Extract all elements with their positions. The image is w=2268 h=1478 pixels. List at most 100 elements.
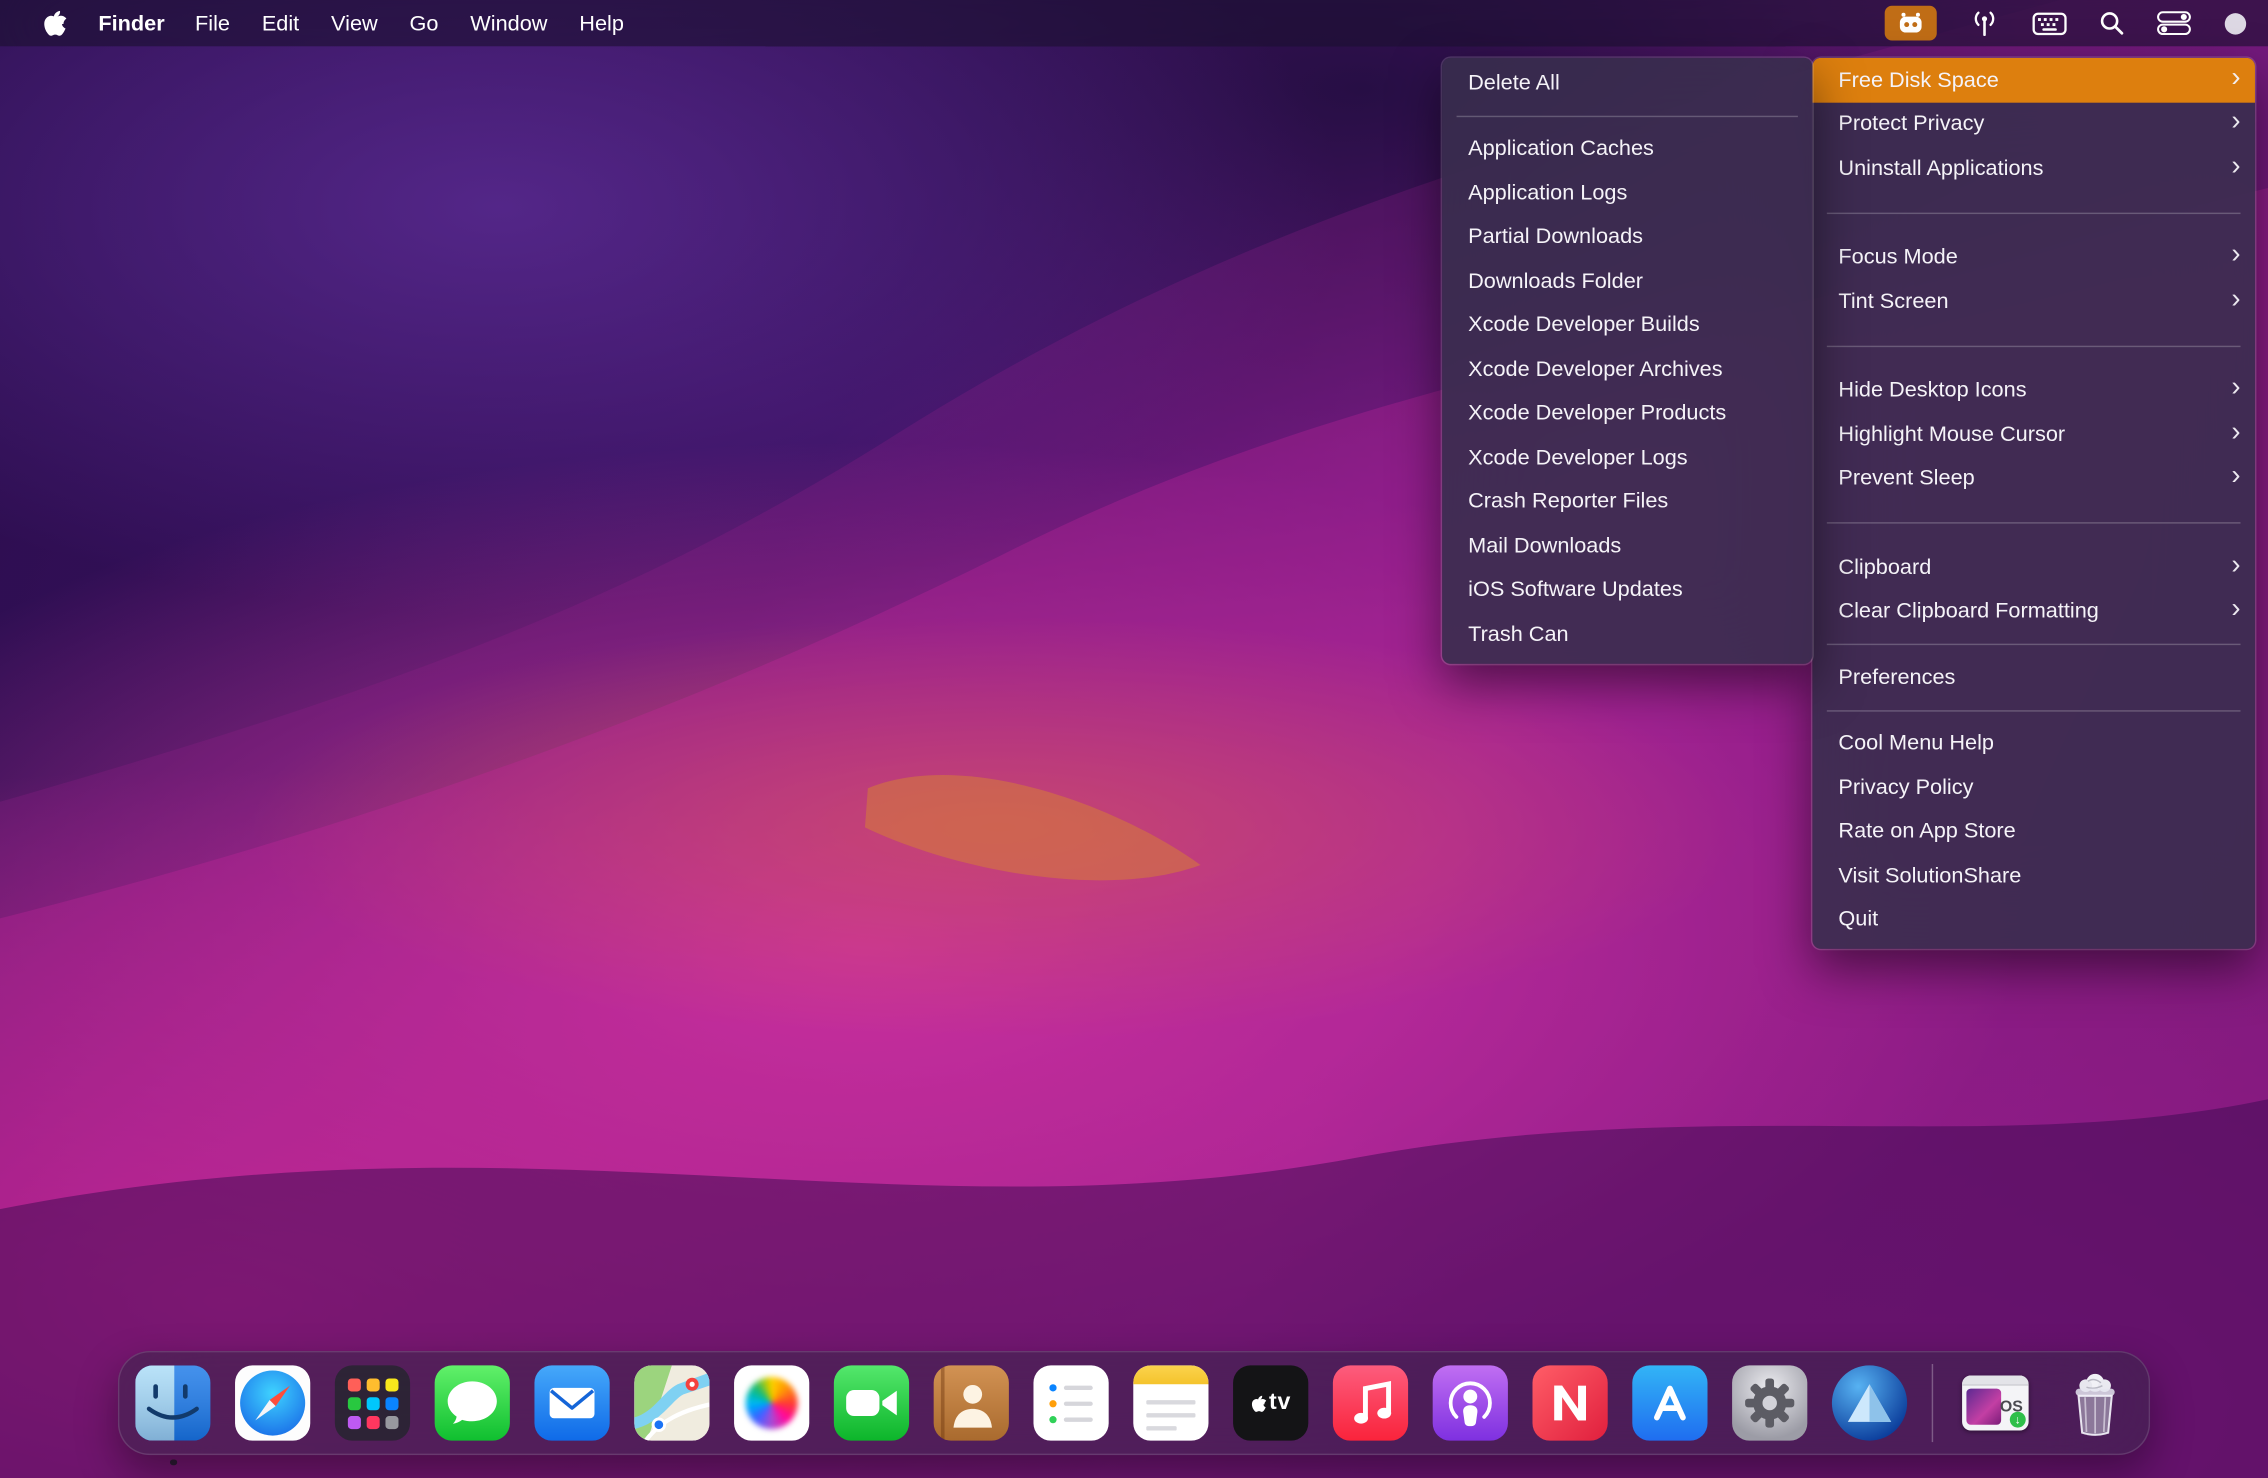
chevron-right-icon <box>2220 285 2240 312</box>
submenu-item-ios-software-updates[interactable]: iOS Software Updates <box>1442 568 1812 612</box>
dock: tv <box>118 1351 2150 1455</box>
menu-separator <box>1827 345 2241 346</box>
menu-separator <box>1827 709 2241 710</box>
menu-item-hide-desktop-icons[interactable]: Hide Desktop Icons <box>1812 368 2255 412</box>
keyboard-icon[interactable] <box>2032 6 2067 41</box>
menu-item-clipboard[interactable]: Clipboard <box>1812 545 2255 589</box>
dock-app-store-icon[interactable] <box>1632 1365 1707 1440</box>
window-titlebar <box>1962 1376 2029 1386</box>
chevron-right-icon <box>2220 462 2240 489</box>
submenu-item-partial-downloads[interactable]: Partial Downloads <box>1442 215 1812 259</box>
submenu-item-trash-can[interactable]: Trash Can <box>1442 612 1812 656</box>
launchpad-grid <box>335 1365 410 1440</box>
dock-safari-icon[interactable] <box>235 1365 310 1440</box>
dock-macos-window-icon[interactable]: OS <box>1958 1365 2033 1440</box>
chevron-right-icon <box>2220 551 2240 578</box>
submenu-item-xcode-developer-products[interactable]: Xcode Developer Products <box>1442 391 1812 435</box>
antenna-waves-icon <box>1969 10 2001 36</box>
menu-item-free-disk-space[interactable]: Free Disk Space <box>1812 58 2255 102</box>
dock-messages-icon[interactable] <box>435 1365 510 1440</box>
apple-icon <box>1250 1394 1266 1413</box>
submenu-item-xcode-developer-builds[interactable]: Xcode Developer Builds <box>1442 303 1812 347</box>
dock-reminders-icon[interactable] <box>1033 1365 1108 1440</box>
submenu-item-mail-downloads[interactable]: Mail Downloads <box>1442 524 1812 568</box>
dock-trash-icon[interactable] <box>2058 1365 2133 1440</box>
dock-tv-icon[interactable]: tv <box>1233 1365 1308 1440</box>
free-disk-space-submenu: Delete All Application Caches Applicatio… <box>1442 58 1812 663</box>
dock-news-icon[interactable] <box>1532 1365 1607 1440</box>
magnifier-icon <box>2099 10 2125 36</box>
menu-item-uninstall-applications[interactable]: Uninstall Applications <box>1812 146 2255 190</box>
chevron-right-icon <box>2220 64 2240 91</box>
desktop: Finder File Edit View Go Window Help <box>0 0 2268 1478</box>
menu-item-tint-screen[interactable]: Tint Screen <box>1812 279 2255 323</box>
submenu-item-application-caches[interactable]: Application Caches <box>1442 127 1812 171</box>
chevron-right-icon <box>2220 418 2240 445</box>
antenna-icon[interactable] <box>1969 6 2001 41</box>
apple-menu[interactable] <box>35 9 73 38</box>
dock-notes-icon[interactable] <box>1133 1365 1208 1440</box>
menu-item-clear-clipboard-formatting[interactable]: Clear Clipboard Formatting <box>1812 589 2255 633</box>
chevron-right-icon <box>2220 108 2240 135</box>
menubar-edit[interactable]: Edit <box>246 11 315 36</box>
submenu-item-delete-all[interactable]: Delete All <box>1442 61 1812 105</box>
menu-item-rate-on-app-store[interactable]: Rate on App Store <box>1812 809 2255 853</box>
dock-blue-triangle-app-icon[interactable] <box>1832 1365 1907 1440</box>
download-badge-icon <box>2010 1412 2026 1428</box>
dock-music-icon[interactable] <box>1333 1365 1408 1440</box>
dock-podcasts-icon[interactable] <box>1433 1365 1508 1440</box>
search-icon[interactable] <box>2099 6 2125 41</box>
chevron-right-icon <box>2220 241 2240 268</box>
circle-icon[interactable] <box>2223 6 2248 41</box>
menubar-help[interactable]: Help <box>563 11 639 36</box>
menubar-file[interactable]: File <box>179 11 246 36</box>
menubar-app-name[interactable]: Finder <box>84 11 179 36</box>
apple-icon <box>41 9 66 38</box>
submenu-item-crash-reporter-files[interactable]: Crash Reporter Files <box>1442 479 1812 523</box>
dock-launchpad-icon[interactable] <box>335 1365 410 1440</box>
submenu-item-xcode-developer-logs[interactable]: Xcode Developer Logs <box>1442 435 1812 479</box>
menu-separator <box>1827 522 2241 523</box>
finder-running-indicator <box>170 1459 177 1466</box>
robot-face-icon <box>1896 12 1925 35</box>
submenu-item-application-logs[interactable]: Application Logs <box>1442 171 1812 215</box>
menubar-view[interactable]: View <box>315 11 393 36</box>
menu-bar: Finder File Edit View Go Window Help <box>0 0 2268 46</box>
circle-glyph-icon <box>2223 11 2248 36</box>
status-items <box>1885 6 2248 41</box>
menu-separator <box>1457 115 1798 116</box>
menubar-go[interactable]: Go <box>394 11 455 36</box>
dock-separator <box>1932 1364 1933 1442</box>
dock-maps-icon[interactable] <box>634 1365 709 1440</box>
keyboard-glyph-icon <box>2032 11 2067 36</box>
menu-item-quit[interactable]: Quit <box>1812 898 2255 942</box>
menu-item-cool-menu-help[interactable]: Cool Menu Help <box>1812 721 2255 765</box>
dock-contacts-icon[interactable] <box>934 1365 1009 1440</box>
menu-item-highlight-mouse-cursor[interactable]: Highlight Mouse Cursor <box>1812 412 2255 456</box>
submenu-item-xcode-developer-archives[interactable]: Xcode Developer Archives <box>1442 347 1812 391</box>
menu-item-prevent-sleep[interactable]: Prevent Sleep <box>1812 456 2255 500</box>
chevron-right-icon <box>2220 596 2240 623</box>
dock-finder-icon[interactable] <box>135 1365 210 1440</box>
menu-separator <box>1827 644 2241 645</box>
menu-item-privacy-policy[interactable]: Privacy Policy <box>1812 765 2255 809</box>
submenu-item-downloads-folder[interactable]: Downloads Folder <box>1442 259 1812 303</box>
dock-facetime-icon[interactable] <box>834 1365 909 1440</box>
dock-photos-icon[interactable] <box>734 1365 809 1440</box>
control-center-icon[interactable] <box>2157 6 2192 41</box>
menu-item-preferences[interactable]: Preferences <box>1812 655 2255 699</box>
menu-item-protect-privacy[interactable]: Protect Privacy <box>1812 102 2255 146</box>
tv-glyph: tv <box>1269 1390 1291 1416</box>
status-item-menu: Free Disk Space Protect Privacy Uninstal… <box>1812 58 2255 949</box>
cool-menu-app-icon[interactable] <box>1885 6 1937 41</box>
chevron-right-icon <box>2220 152 2240 179</box>
chevron-right-icon <box>2220 374 2240 401</box>
wallpaper-thumbnail <box>1966 1389 2001 1425</box>
dock-system-preferences-icon[interactable] <box>1732 1365 1807 1440</box>
photos-pinwheel <box>746 1377 798 1429</box>
menubar-window[interactable]: Window <box>454 11 563 36</box>
dock-mail-icon[interactable] <box>534 1365 609 1440</box>
menu-item-focus-mode[interactable]: Focus Mode <box>1812 235 2255 279</box>
toggles-icon <box>2157 10 2192 36</box>
menu-item-visit-solutionshare[interactable]: Visit SolutionShare <box>1812 853 2255 897</box>
